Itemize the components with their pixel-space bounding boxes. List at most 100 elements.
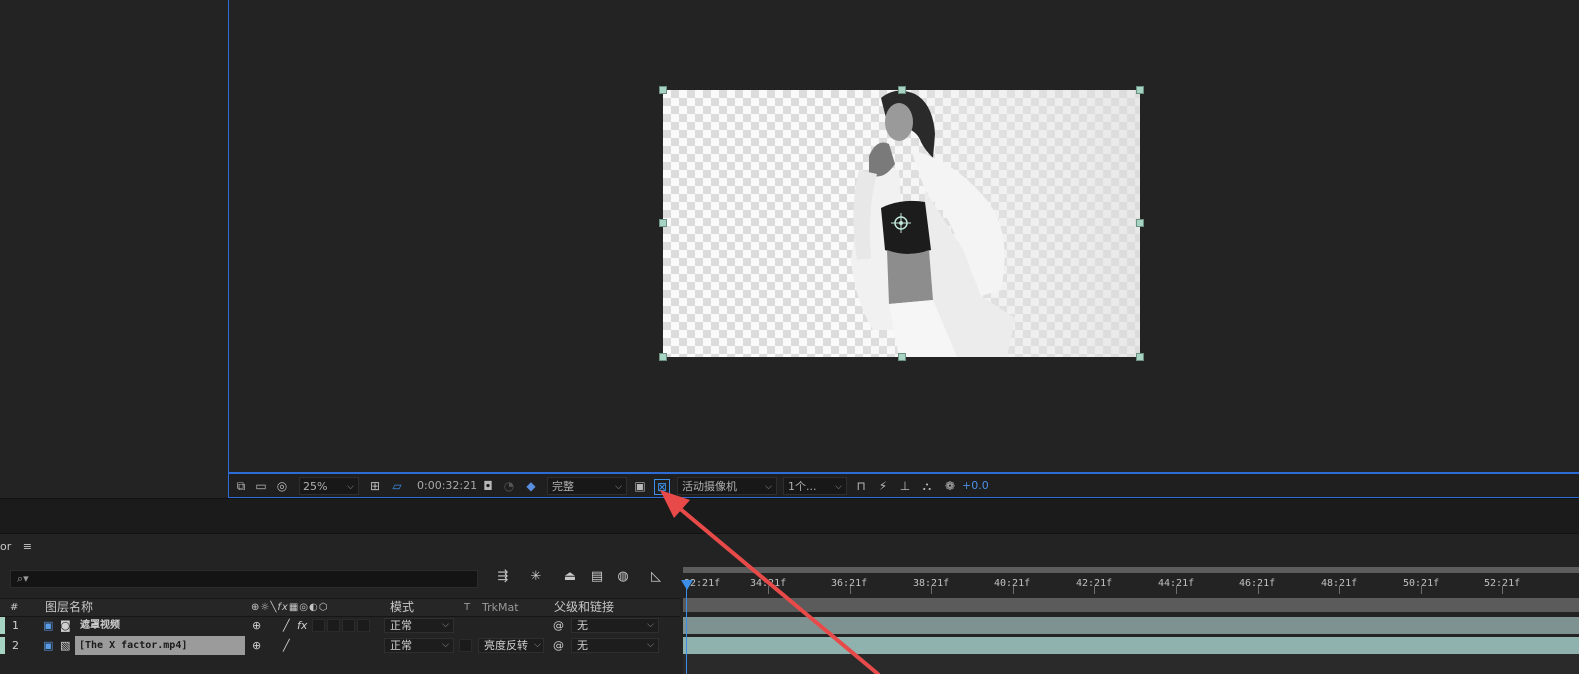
- layer-number: 2: [12, 639, 19, 652]
- motion-blur-switch[interactable]: [327, 619, 340, 632]
- layer-bar[interactable]: [683, 637, 1579, 654]
- ruler-tick: [768, 586, 769, 594]
- parent-value: 无: [577, 619, 588, 632]
- timeline-tab[interactable]: or ≡: [0, 540, 32, 553]
- transform-handle[interactable]: [1136, 219, 1144, 227]
- graph-editor-icon[interactable]: ◺: [645, 569, 667, 589]
- preserve-transparency-switch[interactable]: [459, 639, 472, 652]
- layer-type-icon: ▣: [43, 639, 54, 652]
- column-layer-name[interactable]: 图层名称: [45, 599, 93, 616]
- column-t: T: [464, 602, 471, 613]
- footage-layer-icon: ▧: [60, 639, 71, 652]
- resolution-dropdown[interactable]: 完整 ⌵: [547, 477, 627, 495]
- layer-bar[interactable]: [683, 617, 1579, 634]
- flowchart-icon[interactable]: ⛬: [919, 477, 935, 495]
- solid-layer-icon: ◙: [60, 619, 71, 632]
- mask-visibility-icon[interactable]: ◎: [274, 477, 290, 495]
- transform-handle[interactable]: [898, 353, 906, 361]
- pickwhip-icon[interactable]: @: [553, 616, 564, 635]
- parent-dropdown[interactable]: 无 ⌵: [571, 638, 659, 653]
- fx-switch-icon[interactable]: fx: [297, 616, 307, 635]
- region-of-interest-icon[interactable]: ▣: [632, 477, 648, 495]
- composition-mini-flowchart-icon[interactable]: ⇶: [492, 569, 514, 589]
- camera-dropdown[interactable]: 活动摄像机 ⌵: [677, 477, 777, 495]
- work-area-span[interactable]: [683, 598, 1579, 612]
- toggle-transparency-grid-icon[interactable]: ⊠: [654, 479, 670, 495]
- quality-switch-icon[interactable]: ╱: [283, 616, 290, 635]
- panel-menu-icon[interactable]: ≡: [23, 540, 32, 553]
- column-parent: 父级和链接: [554, 600, 615, 614]
- chevron-down-icon: ⌵: [647, 620, 654, 630]
- fast-previews-icon[interactable]: ⚡: [875, 477, 891, 495]
- blend-mode-dropdown[interactable]: 正常 ⌵: [384, 638, 454, 653]
- blend-mode-value: 正常: [390, 639, 412, 652]
- column-mode: 模式: [390, 600, 415, 614]
- transform-handle[interactable]: [1136, 86, 1144, 94]
- zoom-value: 25%: [303, 480, 328, 493]
- transparency-grid-icon[interactable]: ▱: [389, 477, 405, 495]
- frame-blend-switch[interactable]: [312, 619, 325, 632]
- always-preview-icon[interactable]: ⧉: [233, 477, 249, 495]
- blend-mode-dropdown[interactable]: 正常 ⌵: [384, 618, 454, 633]
- color-channel-icon[interactable]: ◆: [523, 477, 539, 495]
- quality-switch-icon[interactable]: ╱: [283, 636, 290, 655]
- chevron-down-icon: ⌵: [647, 640, 654, 650]
- layer-row[interactable]: 1 ▣ ◙ 遮罩视频 ⊕ ╱ fx 正常 ⌵ @ 无 ⌵: [0, 616, 680, 635]
- chevron-down-icon: ⌵: [534, 639, 541, 652]
- transform-handle[interactable]: [659, 353, 667, 361]
- layer-number: 1: [12, 619, 19, 632]
- chevron-down-icon: ⌵: [442, 640, 449, 650]
- current-time-indicator[interactable]: [686, 580, 687, 674]
- parent-value: 无: [577, 639, 588, 652]
- toggle-pixel-aspect-icon[interactable]: ⊓: [853, 477, 869, 495]
- adjustment-switch[interactable]: [342, 619, 355, 632]
- 3d-layer-switch[interactable]: [357, 619, 370, 632]
- grid-guides-icon[interactable]: ⊞: [367, 477, 383, 495]
- layer-name[interactable]: [The X factor.mp4]: [75, 636, 245, 655]
- column-num: #: [10, 602, 19, 613]
- reset-exposure-icon[interactable]: ❁: [942, 477, 958, 495]
- camera-value: 活动摄像机: [682, 480, 737, 493]
- search-icon: ⌕▾: [17, 572, 29, 585]
- layer-search-input[interactable]: ⌕▾: [10, 570, 478, 588]
- layer-color-label[interactable]: [0, 617, 5, 634]
- playhead-handle[interactable]: [681, 580, 693, 590]
- frame-blending-icon[interactable]: ▤: [586, 569, 608, 589]
- chevron-down-icon: ⌵: [442, 620, 449, 630]
- transform-handle[interactable]: [898, 86, 906, 94]
- shy-switch-icon[interactable]: ⊕: [252, 636, 261, 655]
- exposure-value[interactable]: +0.0: [962, 477, 989, 495]
- layer-row[interactable]: 2 ▣ ▧ [The X factor.mp4] ⊕ ╱ 正常 ⌵ 亮度反转 ⌵…: [0, 636, 680, 655]
- transform-handle[interactable]: [659, 86, 667, 94]
- show-snapshot-icon[interactable]: ◔: [501, 477, 517, 495]
- ruler-tick: [1258, 586, 1259, 594]
- transform-handle[interactable]: [1136, 353, 1144, 361]
- snapshot-camera-icon[interactable]: ◘: [480, 477, 496, 495]
- parent-dropdown[interactable]: 无 ⌵: [571, 618, 659, 633]
- motion-blur-icon[interactable]: ◍: [612, 569, 634, 589]
- work-area-bar[interactable]: [683, 567, 1579, 573]
- chevron-down-icon: ⌵: [765, 482, 772, 492]
- trkmat-dropdown[interactable]: 亮度反转 ⌵: [478, 638, 544, 653]
- zoom-dropdown[interactable]: 25% ⌵: [299, 477, 359, 495]
- hide-shy-layers-icon[interactable]: ⏏: [559, 569, 581, 589]
- monitor-icon[interactable]: ▭: [253, 477, 269, 495]
- woman-figure-image: [843, 90, 1140, 357]
- views-dropdown[interactable]: 1个... ⌵: [783, 477, 847, 495]
- current-time[interactable]: 0:00:32:21: [417, 477, 477, 495]
- draft-3d-icon[interactable]: ✳: [525, 569, 547, 589]
- shy-switch-icon[interactable]: ⊕: [252, 616, 261, 635]
- chevron-down-icon: ⌵: [835, 482, 842, 492]
- transform-handle[interactable]: [659, 219, 667, 227]
- layer-color-label[interactable]: [0, 637, 5, 654]
- column-trkmat: TrkMat: [482, 601, 519, 614]
- ruler-tick: [1421, 586, 1422, 594]
- pickwhip-icon[interactable]: @: [553, 636, 564, 655]
- timeline-icon[interactable]: ⊥: [897, 477, 913, 495]
- chevron-down-icon: ⌵: [347, 482, 354, 492]
- ruler-tick: [1176, 586, 1177, 594]
- layer-name[interactable]: 遮罩视频: [80, 616, 120, 635]
- resolution-value: 完整: [552, 480, 574, 493]
- composition-frame[interactable]: [663, 90, 1140, 357]
- trkmat-value: 亮度反转: [484, 639, 528, 652]
